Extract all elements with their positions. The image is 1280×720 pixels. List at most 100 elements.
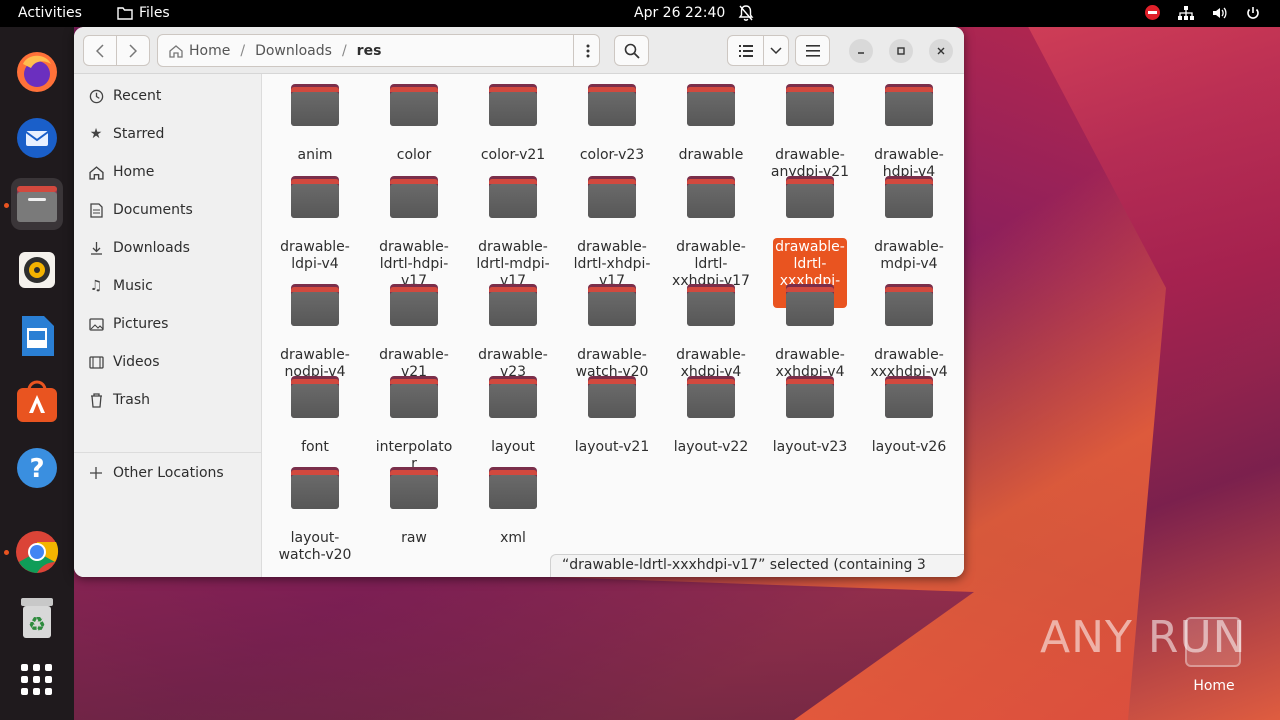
folder-item[interactable]: drawable-watch-v20 bbox=[565, 284, 659, 382]
folder-item[interactable]: drawable-ldrtl-hdpi-v17 bbox=[367, 176, 461, 291]
search-button[interactable] bbox=[614, 35, 649, 66]
folder-item[interactable]: anim bbox=[268, 84, 362, 165]
folder-item[interactable]: drawable-ldrtl-xxhdpi-v17 bbox=[664, 176, 758, 291]
folder-item[interactable]: drawable-ldrtl-mdpi-v17 bbox=[466, 176, 560, 291]
help-icon[interactable]: ? bbox=[11, 442, 63, 494]
folder-item[interactable]: layout-v22 bbox=[664, 376, 758, 457]
trash-icon bbox=[88, 392, 104, 408]
folder-item[interactable]: layout-v23 bbox=[763, 376, 857, 457]
folder-icon bbox=[489, 376, 537, 418]
path-menu-button[interactable] bbox=[574, 35, 601, 66]
folder-item[interactable]: drawable-mdpi-v4 bbox=[862, 176, 956, 274]
path-current[interactable]: res bbox=[357, 43, 382, 59]
libreoffice-writer-icon[interactable] bbox=[11, 310, 63, 362]
folder-label: color bbox=[396, 147, 432, 163]
folder-icon bbox=[489, 284, 537, 326]
sidebar-item-other-locations[interactable]: Other Locations bbox=[74, 455, 262, 491]
folder-item[interactable]: drawable-xxxhdpi-v4 bbox=[862, 284, 956, 382]
app-menu[interactable]: Files bbox=[117, 5, 170, 21]
folder-item[interactable]: drawable bbox=[664, 84, 758, 165]
close-button[interactable] bbox=[929, 39, 953, 63]
chrome-icon[interactable] bbox=[11, 526, 63, 578]
minimize-button[interactable] bbox=[849, 39, 873, 63]
folder-item[interactable]: drawable-hdpi-v4 bbox=[862, 84, 956, 182]
folder-icon bbox=[588, 84, 636, 126]
desktop-home-icon[interactable] bbox=[1185, 617, 1241, 667]
folder-icon bbox=[588, 284, 636, 326]
folder-icon bbox=[291, 467, 339, 509]
folder-item[interactable]: drawable-ldrtl-xhdpi-v17 bbox=[565, 176, 659, 291]
sidebar-item-home[interactable]: Home bbox=[74, 154, 262, 190]
path-home[interactable]: Home bbox=[189, 43, 230, 59]
folder-item[interactable]: color-v23 bbox=[565, 84, 659, 165]
back-button[interactable] bbox=[83, 35, 117, 66]
files-icon[interactable] bbox=[11, 178, 63, 230]
minimize-icon bbox=[858, 52, 864, 54]
sidebar-item-label: Music bbox=[113, 278, 153, 294]
folder-label: raw bbox=[401, 530, 427, 546]
folder-item[interactable]: drawable-nodpi-v4 bbox=[268, 284, 362, 382]
sidebar-item-label: Starred bbox=[113, 126, 165, 142]
folder-label: layout bbox=[491, 439, 535, 455]
activities-button[interactable]: Activities bbox=[18, 5, 82, 21]
folder-item[interactable]: interpolato r bbox=[367, 376, 461, 474]
hamburger-menu-icon bbox=[805, 44, 820, 57]
folder-item[interactable]: drawable-anydpi-v21 bbox=[763, 84, 857, 182]
sidebar-item-trash[interactable]: Trash bbox=[74, 382, 262, 418]
kebab-menu-icon bbox=[586, 44, 589, 57]
view-list-button[interactable] bbox=[727, 35, 764, 66]
sidebar-item-documents[interactable]: Documents bbox=[74, 192, 262, 228]
home-icon bbox=[88, 164, 104, 180]
clock-icon bbox=[88, 88, 104, 104]
folder-label: drawable-mdpi-v4 bbox=[874, 239, 944, 272]
maximize-button[interactable] bbox=[889, 39, 913, 63]
path-downloads[interactable]: Downloads bbox=[255, 43, 332, 59]
folder-item[interactable]: color bbox=[367, 84, 461, 165]
list-view-icon bbox=[738, 44, 753, 57]
clock[interactable]: Apr 26 22:40 bbox=[634, 5, 725, 21]
sidebar-item-starred[interactable]: ★ Starred bbox=[74, 116, 262, 152]
folder-item[interactable]: layout bbox=[466, 376, 560, 457]
view-options-button[interactable] bbox=[763, 35, 789, 66]
sidebar-item-pictures[interactable]: Pictures bbox=[74, 306, 262, 342]
folder-item[interactable]: drawable-xhdpi-v4 bbox=[664, 284, 758, 382]
folder-icon bbox=[687, 176, 735, 218]
sidebar-item-downloads[interactable]: Downloads bbox=[74, 230, 262, 266]
system-tray[interactable] bbox=[1145, 5, 1260, 20]
folder-item[interactable]: layout-v21 bbox=[565, 376, 659, 457]
svg-text:?: ? bbox=[29, 454, 44, 484]
folder-icon bbox=[291, 176, 339, 218]
svg-text:♻: ♻ bbox=[28, 612, 46, 636]
forward-button[interactable] bbox=[116, 35, 150, 66]
chevron-left-icon bbox=[96, 43, 104, 58]
folder-item[interactable]: drawable-v23 bbox=[466, 284, 560, 382]
sidebar-item-recent[interactable]: Recent bbox=[74, 78, 262, 114]
rhythmbox-icon[interactable] bbox=[11, 244, 63, 296]
sidebar-item-label: Videos bbox=[113, 354, 160, 370]
network-icon bbox=[1178, 5, 1194, 20]
folder-item[interactable]: layout-v26 bbox=[862, 376, 956, 457]
folder-item[interactable]: raw bbox=[367, 467, 461, 548]
folder-label: drawable-ldpi-v4 bbox=[280, 239, 350, 272]
folder-icon bbox=[885, 376, 933, 418]
folder-item[interactable]: xml bbox=[466, 467, 560, 548]
folder-icon bbox=[291, 284, 339, 326]
main-menu-button[interactable] bbox=[795, 35, 830, 66]
sidebar-item-videos[interactable]: Videos bbox=[74, 344, 262, 380]
folder-item[interactable]: font bbox=[268, 376, 362, 457]
folder-item[interactable]: layout-watch-v20 bbox=[268, 467, 362, 565]
sidebar-item-music[interactable]: ♫ Music bbox=[74, 268, 262, 304]
folder-icon bbox=[687, 376, 735, 418]
firefox-icon[interactable] bbox=[11, 46, 63, 98]
folder-item[interactable]: drawable-ldpi-v4 bbox=[268, 176, 362, 274]
folder-label: layout-v21 bbox=[574, 439, 650, 455]
sidebar-item-label: Trash bbox=[113, 392, 150, 408]
star-icon: ★ bbox=[89, 126, 103, 142]
folder-item[interactable]: drawable-v21 bbox=[367, 284, 461, 382]
trash-icon[interactable]: ♻ bbox=[11, 592, 63, 644]
folder-item[interactable]: drawable-xxhdpi-v4 bbox=[763, 284, 857, 382]
folder-item[interactable]: color-v21 bbox=[466, 84, 560, 165]
app-center-icon[interactable] bbox=[11, 376, 63, 428]
app-grid-icon[interactable] bbox=[11, 654, 63, 706]
thunderbird-icon[interactable] bbox=[11, 112, 63, 164]
